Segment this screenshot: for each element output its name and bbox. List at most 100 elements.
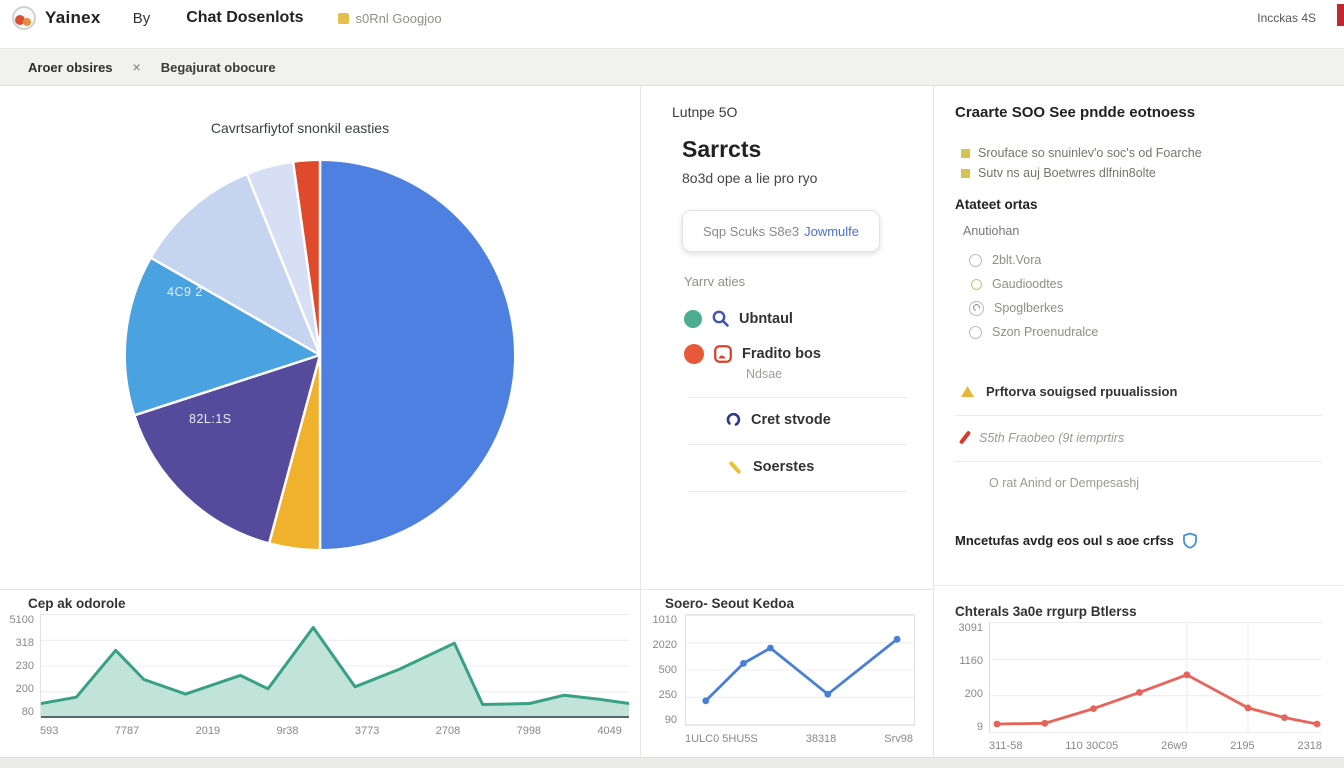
radio-label: Gaudioodtes <box>992 277 1063 291</box>
tab-current[interactable]: Aroer obsires <box>28 60 113 75</box>
line-chart-card: Soero- Seout Kedoa 1010 2020 500 250 90 … <box>641 590 933 745</box>
x-tick: 26w9 <box>1161 740 1187 752</box>
radio-icon[interactable] <box>969 254 982 267</box>
radio-group: 2blt.Vora Gaudioodtes Spoglberkes Szon P… <box>955 248 1322 344</box>
error-text: S5th Fraobeo (9t iemprtirs <box>979 431 1124 445</box>
app-window: Yainex By Chat Dosenlots s0Rnl Googjoo I… <box>0 0 1344 768</box>
notification-sliver <box>1337 4 1344 26</box>
logo[interactable]: Yainex <box>12 6 101 30</box>
bullet-item: Sutv ns auj Boetwres dlfnin8olte <box>961 163 1322 183</box>
divider <box>934 585 1344 586</box>
y-axis-labels: 1010 2020 500 250 90 <box>641 614 685 726</box>
list-item-app[interactable]: Fradito bos <box>684 344 911 364</box>
bottom-strip <box>0 757 1344 768</box>
divider <box>955 415 1322 416</box>
radio-option[interactable]: Szon Proenudralce <box>969 320 1322 344</box>
badge-square-icon <box>338 13 349 24</box>
warning-row[interactable]: Prftorva souigsed rpuualission <box>955 384 1322 399</box>
y-tick: 5100 <box>10 614 34 626</box>
list-item-label: Ubntaul <box>739 311 793 327</box>
primary-action-button[interactable]: Sqp Scuks S8e3 Jowmulfe <box>682 210 880 252</box>
radio-option[interactable]: Spoglberkes <box>969 296 1322 320</box>
yellow-square-bullet-icon <box>961 169 970 178</box>
radio-label: Szon Proenudralce <box>992 325 1098 339</box>
y-tick: 250 <box>659 689 677 701</box>
x-tick: 593 <box>40 725 58 737</box>
x-axis-labels: 593 7787 2019 9r38 3773 2708 7998 4049 <box>40 725 622 737</box>
radio-label: Spoglberkes <box>994 301 1064 315</box>
warning-triangle-icon <box>961 386 974 397</box>
pie-section: Cavrtsarfiytof snonkil easties 4C9 2 82L… <box>0 86 640 590</box>
y-tick: 80 <box>22 706 34 718</box>
divider <box>955 461 1322 462</box>
list-item-slash[interactable]: Soerstes <box>726 459 911 475</box>
button-link-label[interactable]: Jowmulfe <box>804 224 859 239</box>
search-icon <box>711 309 730 328</box>
line-chart-svg <box>686 615 914 725</box>
radio-icon[interactable] <box>969 326 982 339</box>
pie-chart: 4C9 2 82L:1S <box>115 150 525 562</box>
y-tick: 3091 <box>959 622 983 634</box>
nav-item-by[interactable]: By <box>133 10 151 27</box>
right-panel: Craarte SOO See pndde eotnoess Srouface … <box>934 86 1344 758</box>
radio-icon[interactable] <box>971 279 982 290</box>
security-row: Mncetufas avdg eos oul s aoe crfss <box>955 532 1322 549</box>
bullet-list: Srouface so snuinlev'o soc's od Foarche … <box>955 143 1322 183</box>
badge-label: s0Rnl Googjoo <box>356 11 442 26</box>
x-tick: 9r38 <box>276 725 298 737</box>
yellow-square-bullet-icon <box>961 149 970 158</box>
divider <box>688 397 907 398</box>
list-item-label: Fradito bos <box>742 346 821 362</box>
warning-text: Prftorva souigsed rpuualission <box>986 384 1177 399</box>
area-chart-plot <box>40 614 629 718</box>
line-chart-plot <box>685 614 915 726</box>
error-row[interactable]: S5th Fraobeo (9t iemprtirs <box>955 430 1322 445</box>
y-tick: 500 <box>659 664 677 676</box>
x-tick: 2019 <box>196 725 220 737</box>
radio-option[interactable]: Gaudioodtes <box>969 272 1322 296</box>
x-tick: 311-58 <box>989 740 1022 752</box>
area-chart-card: Cep ak odorole 5100 318 230 200 80 593 <box>0 590 640 737</box>
left-panel: Cavrtsarfiytof snonkil easties 4C9 2 82L… <box>0 86 641 758</box>
radio-option[interactable]: 2blt.Vora <box>969 248 1322 272</box>
section-heading: Sarrcts <box>682 136 917 163</box>
trend-chart-svg <box>990 622 1322 733</box>
x-tick: 1ULC0 5HU5S <box>685 733 758 745</box>
x-tick: 7787 <box>115 725 139 737</box>
x-axis-labels: 311-58 110 30C05 26w9 2195 2318 <box>989 740 1322 752</box>
divider <box>688 444 907 445</box>
y-axis-labels: 5100 318 230 200 80 <box>0 614 40 718</box>
area-chart-svg <box>41 614 629 718</box>
y-tick: 90 <box>665 714 677 726</box>
x-tick: 110 30C05 <box>1065 740 1118 752</box>
pie-chart-title: Cavrtsarfiytof snonkil easties <box>0 120 600 136</box>
y-tick: 2020 <box>653 639 677 651</box>
nav-item-title[interactable]: Chat Dosenlots <box>186 9 303 27</box>
middle-panel: Lutnpe 5O Sarrcts 8o3d ope a lie pro ryo… <box>641 86 934 758</box>
tab-bar: Aroer obsires × Begajurat obocure <box>0 48 1344 86</box>
radio-clock-icon[interactable] <box>969 301 984 316</box>
section-subtitle: 8o3d ope a lie pro ryo <box>682 170 917 186</box>
list-item-search[interactable]: Ubntaul <box>684 309 911 328</box>
panel-title: Craarte SOO See pndde eotnoess <box>955 104 1322 121</box>
y-tick: 318 <box>16 637 34 649</box>
green-dot-icon <box>684 310 702 328</box>
bullet-item: Srouface so snuinlev'o soc's od Foarche <box>961 143 1322 163</box>
main-content: Cavrtsarfiytof snonkil easties 4C9 2 82L… <box>0 86 1344 758</box>
list-item-arc[interactable]: Cret stvode <box>726 412 911 428</box>
shield-icon <box>1182 532 1198 549</box>
button-label: Sqp Scuks S8e3 <box>703 224 799 239</box>
tab-secondary[interactable]: Begajurat obocure <box>161 60 276 75</box>
header-right-link[interactable]: Incckas 4S <box>1257 11 1316 25</box>
y-axis-labels: 3091 1160 200 9 <box>955 622 989 733</box>
pie-chart-svg <box>115 150 525 560</box>
x-tick: Srv98 <box>884 733 913 745</box>
close-tab-icon[interactable]: × <box>133 60 141 74</box>
trend-chart-title: Chterals 3a0e rrgurp Btlerss <box>955 604 1322 619</box>
radio-label: 2blt.Vora <box>992 253 1041 267</box>
x-axis-labels: 1ULC0 5HU5S 38318 Srv98 <box>685 733 913 745</box>
yellow-slash-icon <box>728 460 741 474</box>
y-tick: 9 <box>977 721 983 733</box>
bullet-text: Sutv ns auj Boetwres dlfnin8olte <box>978 163 1156 183</box>
security-text: Mncetufas avdg eos oul s aoe crfss <box>955 533 1174 548</box>
